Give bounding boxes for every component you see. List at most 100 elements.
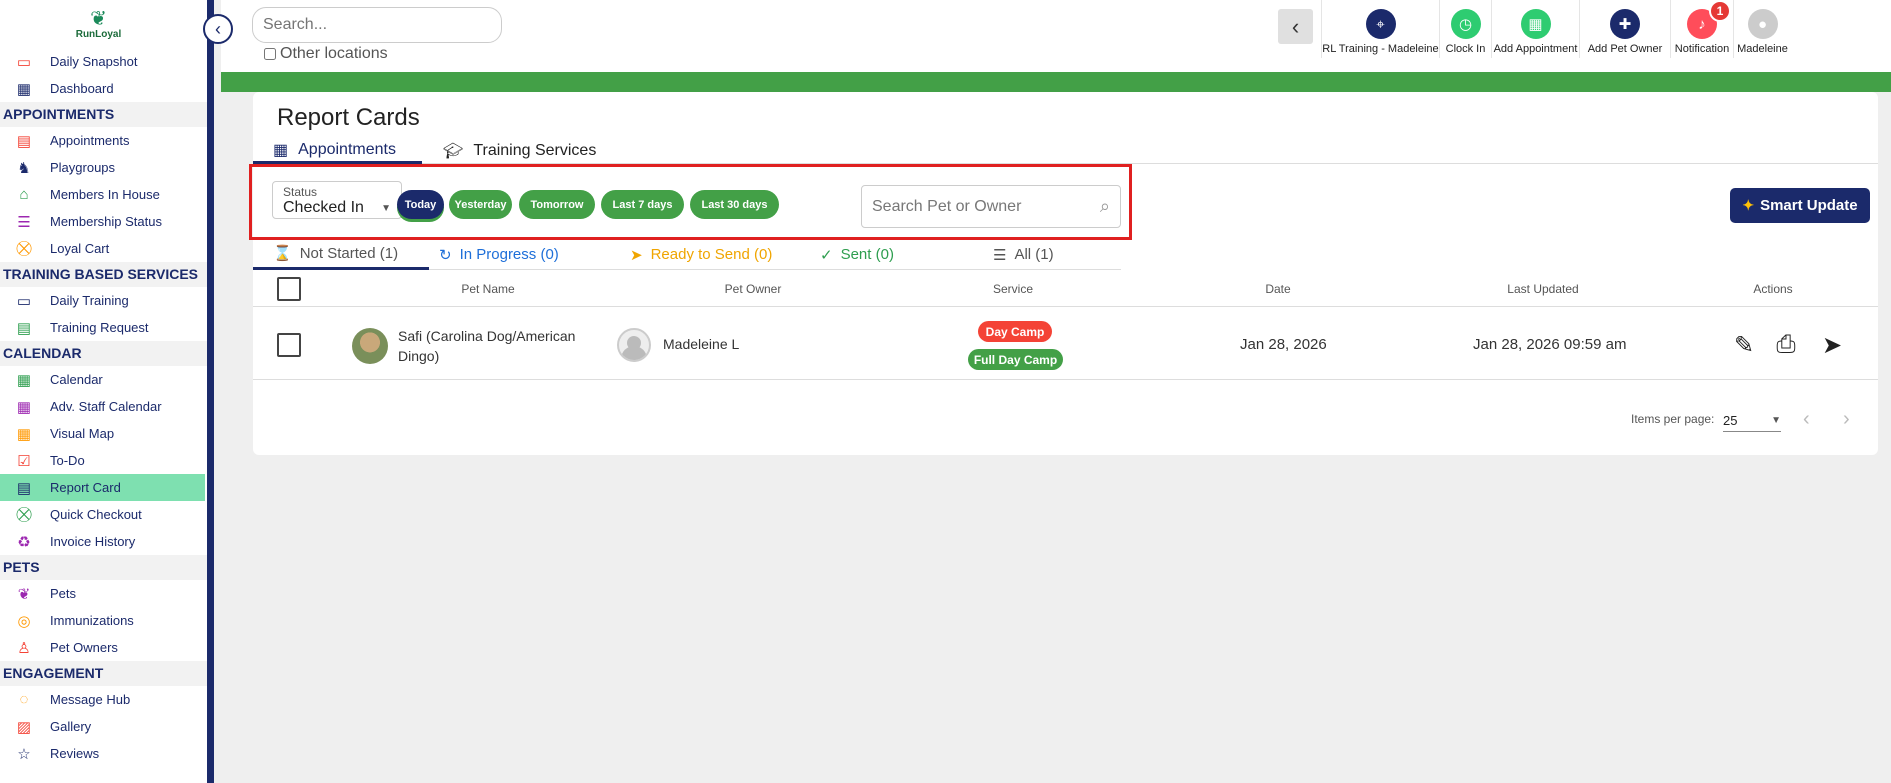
sidebar-section-calendar: CALENDAR — [0, 341, 207, 366]
print-icon[interactable]: ⎙ — [1771, 330, 1801, 360]
row-checkbox[interactable] — [277, 333, 301, 357]
sidebar-item-label: Training Request — [50, 320, 149, 335]
owner-name[interactable]: Madeleine L — [663, 336, 739, 352]
daily-training-icon: ▭ — [16, 292, 32, 310]
visual-map-icon: ▦ — [16, 425, 32, 443]
topbar-action-label: RL Training - Madeleine — [1322, 43, 1439, 55]
sidebar-item-message-hub[interactable]: ◌ Message Hub — [0, 686, 207, 713]
smart-update-button[interactable]: ✦ Smart Update — [1730, 188, 1870, 223]
subtab-label: Not Started (1) — [299, 244, 399, 262]
chip-last-7-days[interactable]: Last 7 days — [601, 190, 684, 219]
sidebar-item-label: Gallery — [50, 719, 92, 734]
send-icon: ➤ — [630, 246, 643, 264]
sidebar-item-label: Daily Training — [50, 293, 129, 308]
graduation-cap-icon: 🎓︎ — [443, 143, 464, 160]
topbar-action-add-pet-owner[interactable]: ✚ Add Pet Owner — [1579, 0, 1670, 58]
logo[interactable]: ❦ RunLoyal — [0, 0, 207, 48]
sidebar-item-report-card[interactable]: ▤ Report Card — [0, 474, 205, 501]
subtab-in-progress[interactable]: ↻ In Progress (0) — [431, 239, 561, 270]
other-locations-toggle[interactable]: Other locations — [264, 45, 388, 63]
col-pet-owner[interactable]: Pet Owner — [708, 271, 798, 307]
sidebar-item-label: Adv. Staff Calendar — [50, 399, 162, 414]
sidebar-item-dashboard[interactable]: ▦ Dashboard — [0, 75, 207, 102]
paw-logo-icon: ❦ — [90, 7, 107, 30]
subtab-all[interactable]: ☰ All (1) — [985, 239, 1085, 270]
sidebar-section-engagement: ENGAGEMENT — [0, 661, 207, 686]
pet-avatar — [352, 328, 388, 364]
col-date[interactable]: Date — [1243, 271, 1313, 307]
sidebar-item-pets[interactable]: ❦ Pets — [0, 580, 207, 607]
sidebar-item-immunizations[interactable]: ◎ Immunizations — [0, 607, 207, 634]
col-pet-name[interactable]: Pet Name — [448, 271, 528, 307]
sidebar-item-quick-checkout[interactable]: ⛒ Quick Checkout — [0, 501, 207, 528]
sidebar-item-pet-owners[interactable]: ♙ Pet Owners — [0, 634, 207, 661]
col-service[interactable]: Service — [973, 271, 1053, 307]
send-icon[interactable]: ➤ — [1817, 330, 1847, 360]
topbar-action-notification[interactable]: ♪ 1 Notification — [1670, 0, 1733, 58]
sidebar-item-to-do[interactable]: ☑ To-Do — [0, 447, 207, 474]
status-select[interactable]: Status Checked In ▼ — [272, 181, 402, 219]
to-do-icon: ☑ — [17, 452, 31, 470]
daily-snapshot-icon: ▭ — [16, 53, 32, 71]
pet-owner-search-input[interactable]: Search Pet or Owner ⌕ — [861, 185, 1121, 228]
chip-last-30-days[interactable]: Last 30 days — [690, 190, 779, 219]
sidebar-item-gallery[interactable]: ▨ Gallery — [0, 713, 207, 740]
edit-icon[interactable]: ✎ — [1729, 330, 1759, 360]
col-last-updated[interactable]: Last Updated — [1483, 271, 1603, 307]
sidebar-item-membership-status[interactable]: ☰ Membership Status — [0, 208, 207, 235]
topbar-action-madeleine[interactable]: ● Madeleine — [1733, 0, 1791, 58]
subtab-sent[interactable]: ✓ Sent (0) — [812, 239, 912, 270]
sidebar-section-pets: PETS — [0, 555, 207, 580]
global-search-input[interactable] — [252, 7, 502, 43]
subtab-ready-to-send[interactable]: ➤ Ready to Send (0) — [622, 239, 792, 270]
sidebar-item-invoice-history[interactable]: ♻ Invoice History — [0, 528, 207, 555]
sidebar-item-playgroups[interactable]: ♞ Playgroups — [0, 154, 207, 181]
topbar-action-rl-training-madeleine[interactable]: ⌖ RL Training - Madeleine — [1321, 0, 1439, 58]
training-request-icon: ▤ — [16, 319, 32, 337]
loyal-cart-icon: ⛒ — [16, 240, 32, 257]
sidebar-item-daily-training[interactable]: ▭ Daily Training — [0, 287, 207, 314]
sidebar-item-label: Members In House — [50, 187, 160, 202]
avatar-head — [627, 336, 641, 350]
back-button[interactable]: ‹ — [1278, 9, 1313, 44]
list-icon: ☰ — [993, 246, 1007, 264]
sidebar-item-visual-map[interactable]: ▦ Visual Map — [0, 420, 207, 447]
sidebar-item-adv-staff-calendar[interactable]: ▦ Adv. Staff Calendar — [0, 393, 207, 420]
chip-yesterday[interactable]: Yesterday — [449, 190, 512, 219]
sidebar-item-members-in-house[interactable]: ⌂ Members In House — [0, 181, 207, 208]
sidebar-item-label: Calendar — [50, 372, 103, 387]
collapse-sidebar-button[interactable]: ‹ — [203, 14, 233, 44]
subtab-label: Ready to Send (0) — [650, 246, 773, 263]
select-all-checkbox[interactable] — [277, 277, 301, 301]
chip-today[interactable]: Today — [397, 190, 444, 219]
immunizations-icon: ◎ — [17, 612, 31, 630]
sidebar-nav: ▭ Daily Snapshot ▦ Dashboard APPOINTMENTS ▤ Ap… — [0, 48, 207, 767]
sidebar-item-reviews[interactable]: ☆ Reviews — [0, 740, 207, 767]
sidebar-item-appointments[interactable]: ▤ Appointments — [0, 127, 207, 154]
items-per-page-select[interactable]: 25 ▼ — [1723, 410, 1781, 432]
sidebar-item-daily-snapshot[interactable]: ▭ Daily Snapshot — [0, 48, 207, 75]
sidebar-item-loyal-cart[interactable]: ⛒ Loyal Cart — [0, 235, 207, 262]
smart-update-label: Smart Update — [1760, 197, 1858, 214]
chip-tomorrow[interactable]: Tomorrow — [519, 190, 595, 219]
appointments-icon: ▤ — [16, 132, 32, 150]
prev-page-button[interactable]: ‹ — [1803, 408, 1810, 431]
subtab-not-started[interactable]: ⌛ Not Started (1) — [253, 239, 429, 270]
tab-training-services[interactable]: 🎓︎ Training Services — [423, 138, 616, 164]
table-header: Pet Name Pet Owner Service Date Last Upd… — [253, 271, 1878, 307]
caret-down-icon: ▼ — [1771, 415, 1781, 426]
sidebar-section-appointments: APPOINTMENTS — [0, 102, 207, 127]
tab-appointments[interactable]: ▦ Appointments — [253, 138, 422, 164]
other-locations-checkbox[interactable] — [264, 48, 276, 60]
pet-name[interactable]: Safi (Carolina Dog/American Dingo) — [398, 326, 598, 366]
report-cards-panel: Report Cards ▦ Appointments 🎓︎ Training … — [249, 92, 1878, 455]
sidebar-item-calendar[interactable]: ▦ Calendar — [0, 366, 207, 393]
sidebar-item-training-request[interactable]: ▤ Training Request — [0, 314, 207, 341]
next-page-button[interactable]: › — [1843, 408, 1850, 431]
topbar-action-add-appointment[interactable]: ▦ Add Appointment — [1491, 0, 1579, 58]
sidebar-item-label: Pets — [50, 586, 77, 601]
table-row[interactable]: Safi (Carolina Dog/American Dingo) Madel… — [253, 308, 1878, 380]
notification-count-badge: 1 — [1709, 0, 1731, 22]
sidebar-item-label: Loyal Cart — [50, 241, 110, 256]
topbar-action-clock-in[interactable]: ◷ Clock In — [1439, 0, 1491, 58]
